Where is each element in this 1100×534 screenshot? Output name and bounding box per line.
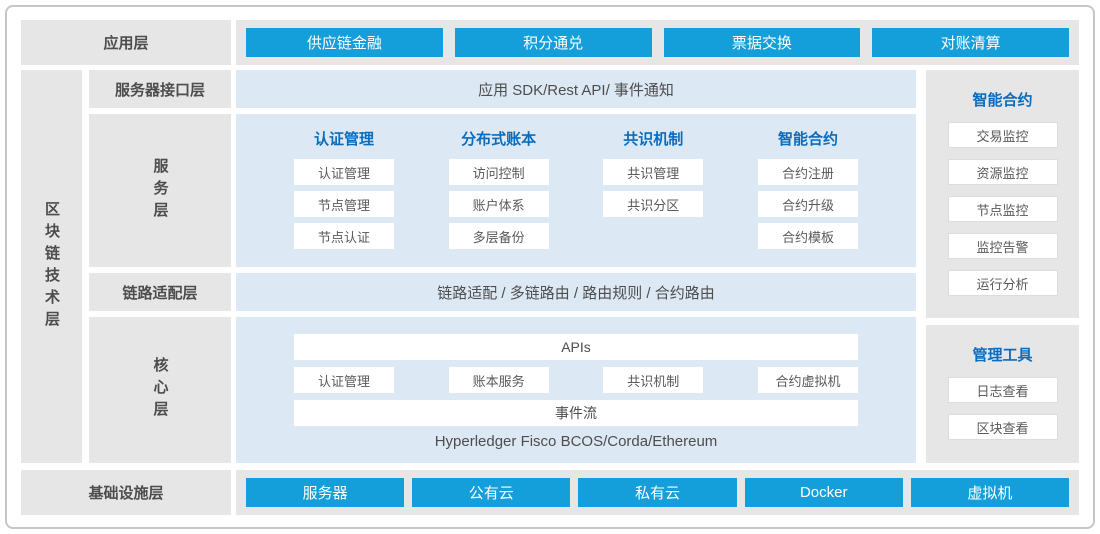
panel-item-log-viewer: 日志查看 [948, 377, 1058, 403]
link-adapter-layer-label: 链路适配层 [89, 273, 231, 311]
infrastructure-layer-row: 基础设施层 服务器 公有云 私有云 Docker 虚拟机 [21, 470, 1079, 515]
service-column-auth: 认证管理 认证管理 节点管理 节点认证 [294, 128, 394, 255]
service-item: 访问控制 [449, 159, 549, 185]
panel-item-resource-monitor: 资源监控 [948, 159, 1058, 185]
app-button-points-exchange[interactable]: 积分通兑 [455, 28, 652, 57]
core-layer-label: 核心层 [89, 317, 231, 463]
app-button-supply-chain-finance[interactable]: 供应链金融 [246, 28, 443, 57]
service-item: 节点认证 [294, 223, 394, 249]
smart-contract-panel-title: 智能合约 [972, 89, 1032, 110]
service-item: 多层备份 [449, 223, 549, 249]
smart-contract-panel: 智能合约 交易监控 资源监控 节点监控 监控告警 运行分析 [926, 70, 1079, 318]
panel-item-block-viewer: 区块查看 [948, 414, 1058, 440]
service-layer-label: 服务层 [89, 114, 231, 267]
management-tools-panel: 管理工具 日志查看 区块查看 [926, 325, 1079, 463]
infrastructure-band: 服务器 公有云 私有云 Docker 虚拟机 [236, 470, 1079, 515]
service-item: 合约注册 [758, 159, 858, 185]
blockchain-tech-region: 区块链技术层 服务器接口层 服务层 链路适配层 核心层 应用 SDK/Rest … [21, 70, 1079, 463]
core-module: 合约虚拟机 [758, 367, 858, 393]
service-column-smart-contract-title: 智能合约 [778, 128, 838, 148]
link-adapter-band: 链路适配 / 多链路由 / 路由规则 / 合约路由 [236, 273, 916, 311]
core-platforms-text: Hyperledger Fisco BCOS/Corda/Ethereum [294, 433, 858, 450]
apis-bar: APIs [294, 334, 858, 360]
panel-item-monitor-alert: 监控告警 [948, 233, 1058, 259]
architecture-diagram: 应用层 供应链金融 积分通兑 票据交换 对账清算 区块链技术层 服务器接口层 服… [5, 5, 1095, 529]
service-item: 节点管理 [294, 191, 394, 217]
core-module: 认证管理 [294, 367, 394, 393]
app-button-reconciliation[interactable]: 对账清算 [872, 28, 1069, 57]
service-column-auth-title: 认证管理 [314, 128, 374, 148]
service-layer-text: 服务层 [150, 158, 171, 224]
service-layer-panel: 认证管理 认证管理 节点管理 节点认证 分布式账本 访问控制 账户体系 多层备份… [236, 114, 916, 267]
sdk-api-band: 应用 SDK/Rest API/ 事件通知 [236, 70, 916, 108]
panel-item-transaction-monitor: 交易监控 [948, 122, 1058, 148]
service-item: 账户体系 [449, 191, 549, 217]
infra-button-docker[interactable]: Docker [745, 478, 903, 507]
app-layer-band: 供应链金融 积分通兑 票据交换 对账清算 [236, 20, 1079, 65]
service-item: 合约模板 [758, 223, 858, 249]
main-content-column: 应用 SDK/Rest API/ 事件通知 认证管理 认证管理 节点管理 节点认… [236, 70, 916, 463]
blockchain-tech-layer-text: 区块链技术层 [41, 201, 62, 333]
core-layer-text: 核心层 [150, 357, 171, 423]
service-column-smart-contract: 智能合约 合约注册 合约升级 合约模板 [758, 128, 858, 255]
core-layer-panel: APIs 认证管理 账本服务 共识机制 合约虚拟机 事件流 Hyperledge… [236, 317, 916, 463]
service-columns: 认证管理 认证管理 节点管理 节点认证 分布式账本 访问控制 账户体系 多层备份… [294, 128, 858, 255]
service-item: 共识分区 [603, 191, 703, 217]
app-layer-row: 应用层 供应链金融 积分通兑 票据交换 对账清算 [21, 20, 1079, 65]
service-column-ledger-title: 分布式账本 [461, 128, 536, 148]
panel-item-node-monitor: 节点监控 [948, 196, 1058, 222]
infrastructure-layer-label: 基础设施层 [21, 470, 231, 515]
service-item: 合约升级 [758, 191, 858, 217]
infra-button-public-cloud[interactable]: 公有云 [412, 478, 570, 507]
infra-button-private-cloud[interactable]: 私有云 [578, 478, 736, 507]
core-modules-row: 认证管理 账本服务 共识机制 合约虚拟机 [294, 367, 858, 393]
service-column-consensus-title: 共识机制 [623, 128, 683, 148]
service-column-ledger: 分布式账本 访问控制 账户体系 多层备份 [449, 128, 549, 255]
service-column-consensus: 共识机制 共识管理 共识分区 [603, 128, 703, 255]
blockchain-tech-layer-label: 区块链技术层 [21, 70, 82, 463]
server-interface-layer-label: 服务器接口层 [89, 70, 231, 108]
core-module: 账本服务 [449, 367, 549, 393]
sublayer-labels-column: 服务器接口层 服务层 链路适配层 核心层 [89, 70, 231, 463]
app-button-bill-exchange[interactable]: 票据交换 [664, 28, 861, 57]
core-module: 共识机制 [603, 367, 703, 393]
infra-button-server[interactable]: 服务器 [246, 478, 404, 507]
right-panels-column: 智能合约 交易监控 资源监控 节点监控 监控告警 运行分析 管理工具 日志查看 … [926, 70, 1079, 463]
infra-button-vm[interactable]: 虚拟机 [911, 478, 1069, 507]
app-layer-label: 应用层 [21, 20, 231, 65]
management-tools-panel-title: 管理工具 [972, 344, 1032, 365]
panel-item-operation-analysis: 运行分析 [948, 270, 1058, 296]
event-stream-bar: 事件流 [294, 400, 858, 426]
service-item: 认证管理 [294, 159, 394, 185]
service-item: 共识管理 [603, 159, 703, 185]
